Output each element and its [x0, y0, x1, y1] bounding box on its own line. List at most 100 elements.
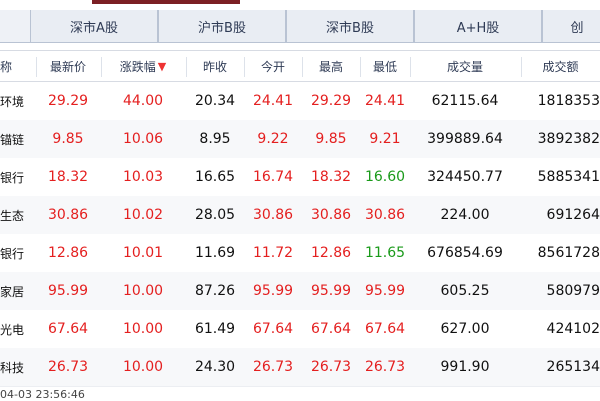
- table-row[interactable]: 生态 30.86 10.02 28.05 30.86 30.86 30.86 2…: [0, 196, 600, 235]
- cell-high: 29.29: [310, 93, 352, 109]
- cell-volume: 627.00: [440, 321, 490, 337]
- cell-volume: 224.00: [440, 207, 490, 223]
- cell-amount: 580979: [546, 283, 600, 299]
- cell-prev-close: 11.69: [194, 245, 236, 261]
- cell-amount: 424102: [546, 321, 600, 337]
- table-row[interactable]: 家居 95.99 10.00 87.26 95.99 95.99 95.99 6…: [0, 272, 600, 311]
- status-time: 04-03 23:56:46: [0, 388, 85, 401]
- active-tab-indicator: [92, 0, 240, 4]
- table-row[interactable]: 银行 18.32 10.03 16.65 16.74 18.32 16.60 3…: [0, 158, 600, 197]
- cell-low: 95.99: [364, 283, 406, 299]
- cell-amount: 691264: [546, 207, 600, 223]
- cell-low: 67.64: [364, 321, 406, 337]
- cell-volume: 605.25: [440, 283, 490, 299]
- header-last[interactable]: 最新价: [36, 51, 100, 81]
- table-row[interactable]: 光电 67.64 10.00 61.49 67.64 67.64 67.64 6…: [0, 310, 600, 349]
- cell-name: 银行: [0, 170, 25, 185]
- tab-ah[interactable]: A+H股: [414, 10, 542, 42]
- cell-name: 环境: [0, 94, 25, 109]
- cell-high: 26.73: [310, 359, 352, 375]
- cell-change-pct: 10.03: [122, 169, 164, 185]
- cell-name: 锚链: [0, 132, 25, 147]
- table-row[interactable]: 锚链 9.85 10.06 8.95 9.22 9.85 9.21 399889…: [0, 120, 600, 159]
- cell-prev-close: 87.26: [194, 283, 236, 299]
- cell-change-pct: 10.00: [122, 283, 164, 299]
- top-bar: [0, 0, 600, 10]
- table-row[interactable]: 科技 26.73 10.00 24.30 26.73 26.73 26.73 9…: [0, 348, 600, 387]
- cell-prev-close: 24.30: [194, 359, 236, 375]
- cell-low: 11.65: [364, 245, 406, 261]
- tab-sz-a[interactable]: 深市A股: [30, 10, 158, 42]
- cell-name: 家居: [0, 284, 25, 299]
- cell-prev-close: 20.34: [194, 93, 236, 109]
- cell-change-pct: 44.00: [122, 93, 164, 109]
- cell-name: 科技: [0, 360, 25, 375]
- sort-down-icon: ▼: [157, 59, 167, 73]
- cell-change-pct: 10.00: [122, 321, 164, 337]
- cell-amount: 8561728: [537, 245, 600, 261]
- cell-volume: 62115.64: [431, 93, 499, 109]
- cell-last: 95.99: [47, 283, 89, 299]
- table-row[interactable]: 环境 29.29 44.00 20.34 24.41 29.29 24.41 6…: [0, 82, 600, 121]
- cell-open: 30.86: [252, 207, 294, 223]
- header-change-pct-label: 涨跌幅: [119, 59, 156, 74]
- cell-name: 生态: [0, 208, 25, 223]
- cell-prev-close: 28.05: [194, 207, 236, 223]
- header-open[interactable]: 今开: [244, 51, 302, 81]
- cell-low: 9.21: [369, 131, 401, 147]
- cell-open: 11.72: [252, 245, 294, 261]
- cell-high: 12.86: [310, 245, 352, 261]
- table-header: 称 最新价 涨跌幅 ▼ 昨收 今开 最高 最低 成交量 成交额: [0, 50, 600, 82]
- cell-open: 26.73: [252, 359, 294, 375]
- cell-open: 67.64: [252, 321, 294, 337]
- cell-open: 24.41: [252, 93, 294, 109]
- cell-volume: 324450.77: [427, 169, 503, 185]
- cell-high: 18.32: [310, 169, 352, 185]
- cell-last: 12.86: [47, 245, 89, 261]
- cell-open: 95.99: [252, 283, 294, 299]
- tab-chuang[interactable]: 创: [542, 10, 600, 42]
- cell-volume: 676854.69: [427, 245, 503, 261]
- cell-last: 26.73: [47, 359, 89, 375]
- header-volume[interactable]: 成交量: [410, 51, 520, 81]
- cell-amount: 5885341: [537, 169, 600, 185]
- header-prev-close[interactable]: 昨收: [186, 51, 244, 81]
- header-high[interactable]: 最高: [302, 51, 360, 81]
- tab-sz-b[interactable]: 深市B股: [286, 10, 414, 42]
- cell-last: 30.86: [47, 207, 89, 223]
- header-low[interactable]: 最低: [360, 51, 410, 81]
- cell-change-pct: 10.06: [122, 131, 164, 147]
- cell-change-pct: 10.01: [122, 245, 164, 261]
- cell-last: 18.32: [47, 169, 89, 185]
- cell-amount: 1818353: [537, 93, 600, 109]
- cell-amount: 265134: [546, 359, 600, 375]
- cell-open: 16.74: [252, 169, 294, 185]
- cell-prev-close: 8.95: [199, 131, 231, 147]
- tab-sh-b[interactable]: 沪市B股: [158, 10, 286, 42]
- cell-last: 9.85: [52, 131, 84, 147]
- cell-low: 16.60: [364, 169, 406, 185]
- market-tabs: 深市A股 沪市B股 深市B股 A+H股 创: [0, 10, 600, 43]
- cell-change-pct: 10.00: [122, 359, 164, 375]
- cell-high: 9.85: [315, 131, 347, 147]
- cell-last: 67.64: [47, 321, 89, 337]
- header-amount[interactable]: 成交额: [521, 51, 600, 81]
- header-name[interactable]: 称: [0, 51, 30, 81]
- cell-high: 67.64: [310, 321, 352, 337]
- cell-prev-close: 16.65: [194, 169, 236, 185]
- cell-low: 26.73: [364, 359, 406, 375]
- table-row[interactable]: 银行 12.86 10.01 11.69 11.72 12.86 11.65 6…: [0, 234, 600, 273]
- cell-high: 95.99: [310, 283, 352, 299]
- cell-volume: 399889.64: [427, 131, 503, 147]
- cell-open: 9.22: [257, 131, 289, 147]
- cell-amount: 3892382: [537, 131, 600, 147]
- cell-prev-close: 61.49: [194, 321, 236, 337]
- cell-change-pct: 10.02: [122, 207, 164, 223]
- cell-name: 光电: [0, 322, 25, 337]
- cell-volume: 991.90: [440, 359, 490, 375]
- cell-low: 24.41: [364, 93, 406, 109]
- cell-last: 29.29: [47, 93, 89, 109]
- cell-name: 银行: [0, 246, 25, 261]
- header-change-pct[interactable]: 涨跌幅 ▼: [101, 51, 185, 81]
- cell-low: 30.86: [364, 207, 406, 223]
